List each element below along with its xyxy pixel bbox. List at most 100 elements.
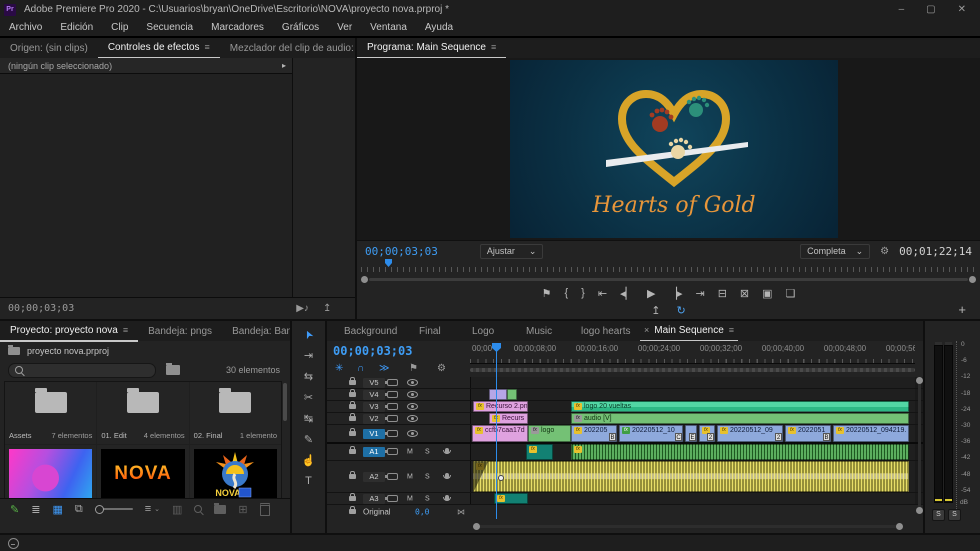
step-forward-icon[interactable]: ▕▸ xyxy=(669,287,683,300)
solo-right-button[interactable]: S xyxy=(948,509,961,521)
pen-tool[interactable]: ✎ xyxy=(292,430,325,448)
fit-icon[interactable]: ⋈ xyxy=(457,508,465,517)
clip-recurs[interactable]: fxRecurs xyxy=(489,413,528,424)
razor-tool[interactable]: ✂ xyxy=(292,388,325,406)
export-frame-icon[interactable]: ▣ xyxy=(762,287,772,300)
scrollbar-track[interactable] xyxy=(369,278,968,281)
lock-icon[interactable] xyxy=(349,470,356,479)
timeline-vertical-scrollbar[interactable] xyxy=(918,381,921,511)
project-writable-icon[interactable]: ✎ xyxy=(10,503,19,516)
timeline-playhead-line[interactable] xyxy=(496,343,497,519)
monitor-settings-icon[interactable]: ⚙ xyxy=(880,246,889,257)
mute-button[interactable]: M xyxy=(407,473,413,480)
fx-badge[interactable]: fx xyxy=(622,427,630,434)
lock-icon[interactable] xyxy=(349,492,356,501)
fx-badge[interactable]: fx xyxy=(574,446,582,453)
zoom-level-select[interactable]: Ajustar ⌄ xyxy=(479,243,544,259)
selection-tool[interactable]: ➤ xyxy=(292,325,325,343)
lock-icon[interactable] xyxy=(349,427,356,436)
scrollbar-handle-right[interactable] xyxy=(969,276,976,283)
timeline-horizontal-scrollbar[interactable] xyxy=(473,525,899,528)
clip-teal[interactable]: fx xyxy=(494,493,528,504)
clip-yellowwave[interactable]: fx xyxy=(473,461,909,492)
track-lane-v1[interactable]: fx ccfb7caa17d fx logo fx 202205 Bfx 20220512_1… xyxy=(471,425,915,442)
solo-button[interactable]: S xyxy=(425,449,430,456)
solo-left-button[interactable]: S xyxy=(932,509,945,521)
work-area-bar[interactable] xyxy=(470,368,915,372)
track-target-a1[interactable]: A1 xyxy=(363,447,385,457)
toggle-track-output-icon[interactable] xyxy=(407,402,418,410)
program-playhead[interactable] xyxy=(385,259,392,271)
automate-to-sequence-icon[interactable]: ▥ xyxy=(172,503,182,516)
search-box[interactable] xyxy=(8,362,156,378)
tab-bandeja-pngs[interactable]: Bandeja: pngs xyxy=(138,321,222,341)
mute-button[interactable]: M xyxy=(407,449,413,456)
fx-badge[interactable]: fx xyxy=(574,403,582,410)
menu-marcadores[interactable]: Marcadores xyxy=(202,22,273,33)
track-lane-a1[interactable]: fx fx xyxy=(471,444,915,460)
menu-edici-n[interactable]: Edición xyxy=(51,22,102,33)
project-file-row[interactable]: proyecto nova.prproj xyxy=(0,343,109,359)
add-marker-icon[interactable]: ⚑ xyxy=(542,287,552,300)
menu-gr-ficos[interactable]: Gráficos xyxy=(273,22,328,33)
search-input[interactable] xyxy=(28,364,132,376)
vscrollbar-handle-top[interactable] xyxy=(916,377,923,384)
zoom-slider[interactable] xyxy=(94,505,133,514)
tab-mezclador-del-clip-de-audio-main-sequence[interactable]: Mezclador del clip de audio: Main Sequen… xyxy=(220,38,355,58)
master-volume-value[interactable]: 0,0 xyxy=(415,508,429,517)
expand-arrow-icon[interactable]: ▸ xyxy=(282,61,286,70)
scrollbar-handle-left[interactable] xyxy=(361,276,368,283)
menu-ayuda[interactable]: Ayuda xyxy=(416,22,462,33)
clip-teal[interactable]: fx xyxy=(526,444,553,460)
fx-badge[interactable]: fx xyxy=(475,427,483,434)
lock-icon[interactable] xyxy=(349,446,356,454)
timeline-current-timecode[interactable]: 00;00;03;03 xyxy=(333,344,412,358)
toggle-track-output-icon[interactable] xyxy=(407,378,418,386)
solo-button[interactable]: S xyxy=(425,495,430,502)
slip-tool[interactable]: ↹ xyxy=(292,409,325,427)
clip-logo-20-vueltas[interactable]: fx logo 20 vueltas xyxy=(571,401,909,412)
solo-button[interactable]: S xyxy=(425,473,430,480)
thumbnail-nova-logo[interactable]: NOVA xyxy=(189,445,281,503)
tab-origen-sin-clips[interactable]: Origen: (sin clips) xyxy=(0,38,98,58)
type-tool[interactable]: T xyxy=(292,472,325,490)
clip-selector-row[interactable]: (ningún clip seleccionado) ▸ xyxy=(0,58,292,74)
source-patch-icon[interactable] xyxy=(385,414,398,422)
source-patch-icon[interactable] xyxy=(385,378,398,386)
freeform-view-icon[interactable]: ⧉ xyxy=(75,503,83,516)
track-lane-a3[interactable]: fx xyxy=(471,493,915,504)
timeline-ruler[interactable]: 00;00 00;00;08;00 00;00;16;00 00;00;24;00 00… xyxy=(470,341,915,364)
lock-icon[interactable] xyxy=(349,506,356,514)
go-to-out-icon[interactable]: ⇥ xyxy=(695,287,704,300)
scrollbar-handle-right[interactable] xyxy=(896,523,903,530)
track-target-v4[interactable]: V4 xyxy=(363,389,385,400)
mute-button[interactable]: M xyxy=(407,495,413,502)
fx-badge[interactable]: fx xyxy=(529,446,537,453)
delete-icon[interactable] xyxy=(259,502,270,516)
clip-blue[interactable]: fx 2 xyxy=(699,425,715,442)
export-media-icon[interactable]: ↥ xyxy=(651,304,660,317)
clip-ccfb7caa17d[interactable]: fx ccfb7caa17d xyxy=(472,425,528,442)
track-target-a3[interactable]: A3 xyxy=(363,493,385,504)
clip-logo[interactable]: fx logo xyxy=(528,425,571,442)
clip-blue[interactable]: E xyxy=(685,425,697,442)
tab-background[interactable]: Background xyxy=(340,321,401,341)
fx-badge[interactable]: fx xyxy=(836,427,844,434)
tab-logo-hearts[interactable]: logo hearts xyxy=(577,321,634,341)
clip-20220512-094219[interactable]: fx 20220512_094219. xyxy=(833,425,909,442)
clip-audio-v[interactable]: fx audio [V] xyxy=(571,413,909,424)
mark-out-icon[interactable]: } xyxy=(581,287,585,299)
scrollbar-handle-left[interactable] xyxy=(473,523,480,530)
track-target-v5[interactable]: V5 xyxy=(363,377,385,388)
maximize-button[interactable]: ▢ xyxy=(926,4,935,15)
menu-ver[interactable]: Ver xyxy=(328,22,361,33)
thumbnail-gradient-clip[interactable] xyxy=(5,445,97,503)
extract-icon[interactable]: ⊠ xyxy=(740,287,749,300)
timeline-settings-icon[interactable]: ⚙ xyxy=(437,363,446,374)
ripple-edit-tool[interactable]: ⇆ xyxy=(292,367,325,385)
fx-badge[interactable]: fx xyxy=(497,495,505,502)
find-icon[interactable] xyxy=(194,505,203,513)
list-view-icon[interactable]: ≣ xyxy=(31,503,40,516)
toggle-track-output-icon[interactable] xyxy=(407,414,418,422)
source-patch-icon[interactable] xyxy=(385,472,398,480)
